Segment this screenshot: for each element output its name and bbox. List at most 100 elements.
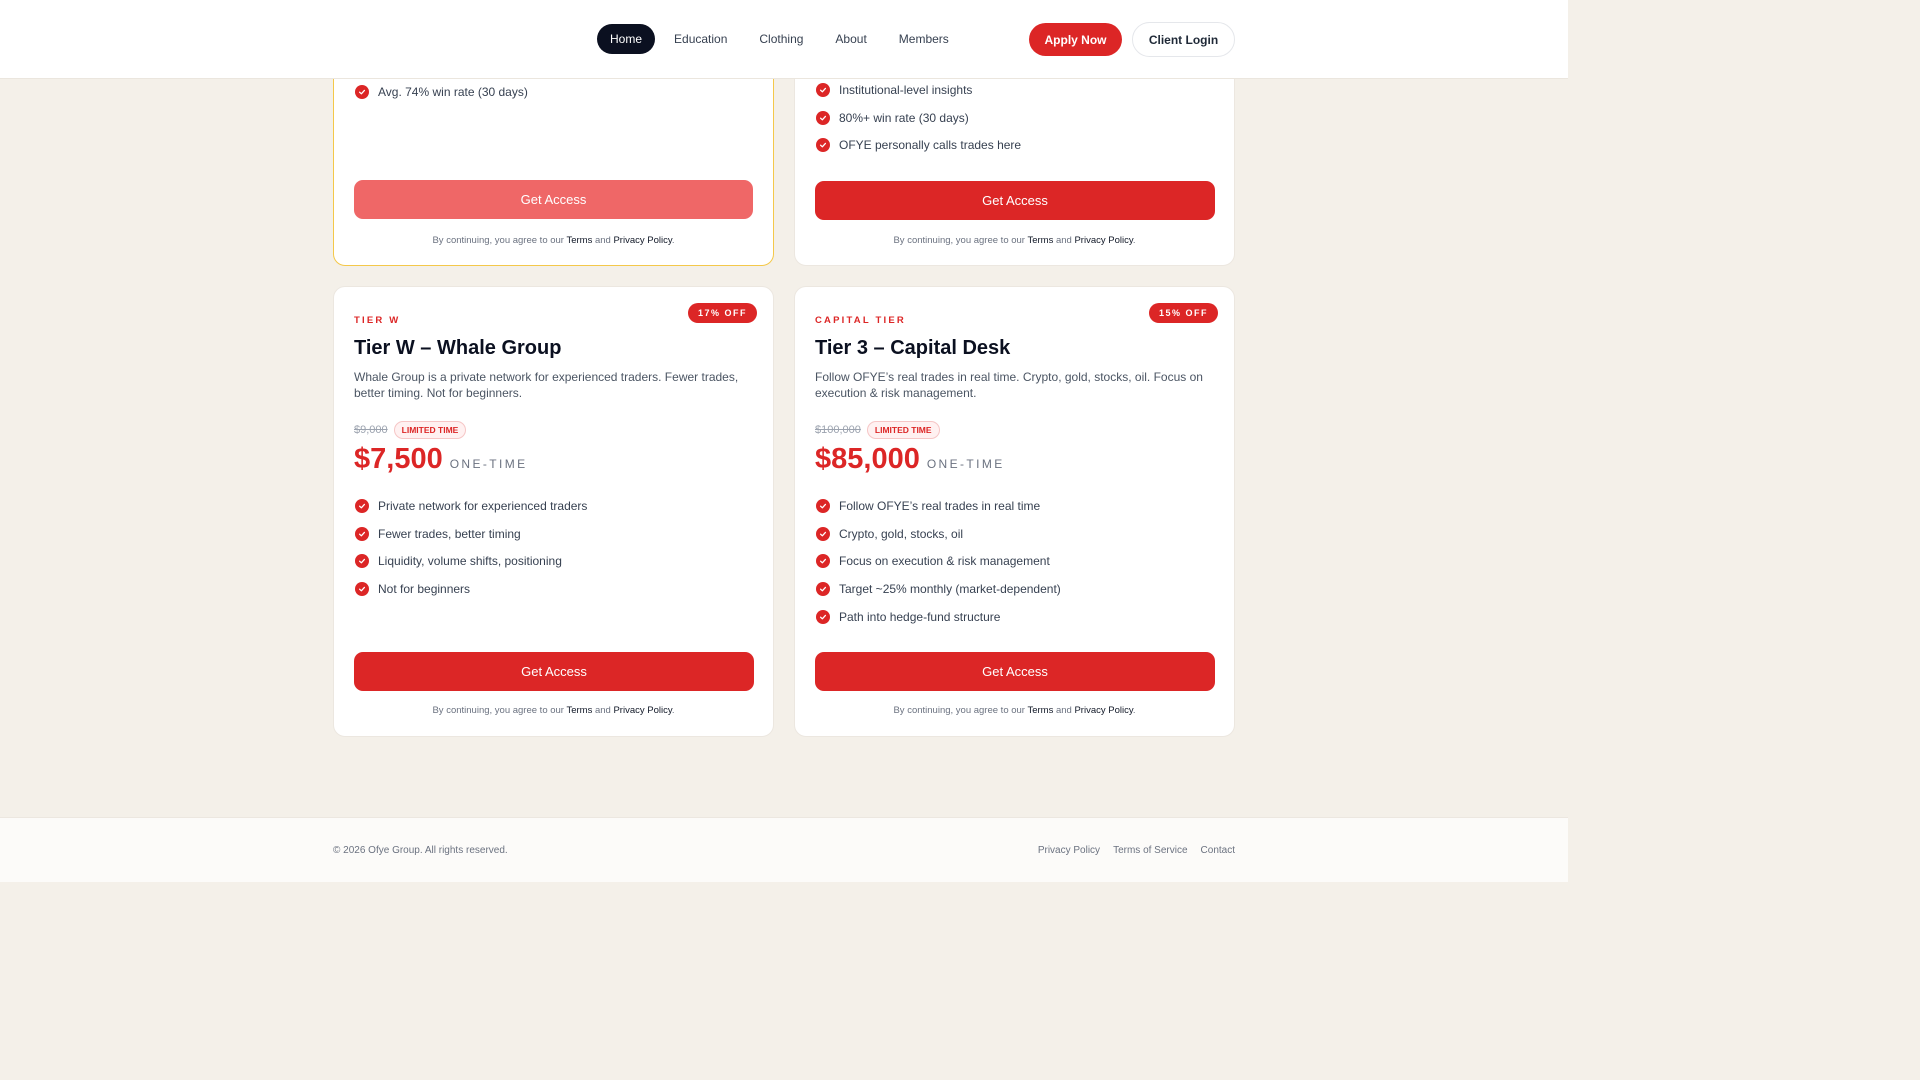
legal-suffix: . bbox=[1132, 235, 1136, 246]
feature-item: Focus on execution & risk management bbox=[816, 548, 1061, 576]
feature-item: Institutional-level insights bbox=[816, 76, 1021, 104]
feature-item: Follow OFYE’s real trades in real time bbox=[816, 492, 1061, 520]
check-icon bbox=[816, 138, 830, 153]
legal-and: and bbox=[1055, 705, 1072, 716]
feature-text: Follow OFYE’s real trades in real time bbox=[839, 498, 1041, 513]
legal-suffix: . bbox=[671, 235, 675, 246]
card-title: Tier 3 – Capital Desk bbox=[815, 337, 1011, 359]
legal-prefix: By continuing, you agree to our bbox=[893, 235, 1025, 246]
check-icon bbox=[816, 110, 830, 125]
feature-item: Path into hedge-fund structure bbox=[816, 603, 1061, 631]
privacy-link[interactable]: Privacy Policy bbox=[1074, 705, 1132, 716]
nav-about[interactable]: About bbox=[822, 24, 879, 54]
legal-text: By continuing, you agree to our Terms an… bbox=[334, 705, 773, 716]
footer-link-terms[interactable]: Terms of Service bbox=[1113, 845, 1187, 856]
feature-item: Fewer trades, better timing bbox=[355, 520, 587, 548]
discount-badge: 15% OFF bbox=[1148, 303, 1218, 323]
old-price: $9,000 bbox=[354, 424, 388, 436]
feature-list: Avg. 74% win rate (30 days) bbox=[355, 78, 528, 106]
get-access-button[interactable]: Get Access bbox=[815, 652, 1215, 691]
feature-item: Not for beginners bbox=[355, 575, 587, 603]
price: $85,000 bbox=[815, 443, 920, 475]
pricing-card-whale: TIER W 17% OFF Tier W – Whale Group Whal… bbox=[333, 286, 774, 737]
feature-list: Private network for experienced traders … bbox=[355, 492, 587, 603]
check-icon bbox=[816, 582, 830, 597]
nav-home[interactable]: Home bbox=[597, 24, 656, 54]
legal-text: By continuing, you agree to our Terms an… bbox=[334, 235, 773, 246]
check-icon bbox=[816, 526, 830, 541]
legal-and: and bbox=[1055, 235, 1072, 246]
feature-text: Liquidity, volume shifts, positioning bbox=[378, 554, 562, 569]
legal-text: By continuing, you agree to our Terms an… bbox=[795, 705, 1234, 716]
feature-text: Private network for experienced traders bbox=[378, 498, 588, 513]
feature-item: Liquidity, volume shifts, positioning bbox=[355, 548, 587, 576]
price-row: $7,500 ONE-TIME bbox=[354, 443, 528, 476]
discount-badge: 17% OFF bbox=[687, 303, 757, 323]
check-icon bbox=[355, 526, 369, 541]
feature-list: Institutional-level insights 80%+ win ra… bbox=[816, 76, 1021, 159]
footer-link-privacy[interactable]: Privacy Policy bbox=[1038, 845, 1100, 856]
apply-now-button[interactable]: Apply Now bbox=[1029, 23, 1122, 56]
old-price-row: $100,000 LIMITED TIME bbox=[815, 421, 940, 439]
privacy-link[interactable]: Privacy Policy bbox=[1074, 235, 1132, 246]
nav-education[interactable]: Education bbox=[661, 24, 740, 54]
legal-suffix: . bbox=[1132, 705, 1136, 716]
check-icon bbox=[355, 498, 369, 513]
check-icon bbox=[816, 498, 830, 513]
feature-text: Avg. 74% win rate (30 days) bbox=[378, 84, 528, 99]
tier-label: TIER W bbox=[354, 315, 401, 326]
feature-list: Follow OFYE’s real trades in real time C… bbox=[816, 492, 1061, 631]
feature-text: Focus on execution & risk management bbox=[839, 554, 1050, 569]
client-login-button[interactable]: Client Login bbox=[1132, 22, 1235, 57]
card-title: Tier W – Whale Group bbox=[354, 337, 562, 359]
limited-time-badge: LIMITED TIME bbox=[866, 421, 940, 439]
card-description: Follow OFYE’s real trades in real time. … bbox=[815, 370, 1203, 400]
copyright-text: © 2026 Ofye Group. All rights reserved. bbox=[333, 845, 508, 856]
terms-link[interactable]: Terms bbox=[1027, 235, 1053, 246]
price-period: ONE-TIME bbox=[926, 457, 1005, 471]
terms-link[interactable]: Terms bbox=[566, 705, 592, 716]
feature-item: OFYE personally calls trades here bbox=[816, 132, 1021, 160]
legal-and: and bbox=[594, 235, 611, 246]
nav-clothing[interactable]: Clothing bbox=[746, 24, 816, 54]
get-access-button[interactable]: Get Access bbox=[815, 181, 1215, 220]
main-nav: Home Education Clothing About Members bbox=[597, 24, 968, 54]
check-icon bbox=[355, 554, 369, 569]
feature-text: Crypto, gold, stocks, oil bbox=[839, 526, 964, 541]
legal-prefix: By continuing, you agree to our bbox=[893, 705, 1025, 716]
privacy-link[interactable]: Privacy Policy bbox=[613, 705, 671, 716]
terms-link[interactable]: Terms bbox=[566, 235, 592, 246]
legal-prefix: By continuing, you agree to our bbox=[432, 235, 564, 246]
footer-link-contact[interactable]: Contact bbox=[1201, 845, 1235, 856]
pricing-card-capital: CAPITAL TIER 15% OFF Tier 3 – Capital De… bbox=[794, 286, 1235, 737]
legal-prefix: By continuing, you agree to our bbox=[432, 705, 564, 716]
feature-text: OFYE personally calls trades here bbox=[839, 138, 1022, 153]
check-icon bbox=[816, 554, 830, 569]
get-access-button[interactable]: Get Access bbox=[354, 180, 753, 219]
legal-text: By continuing, you agree to our Terms an… bbox=[795, 235, 1234, 246]
check-icon bbox=[816, 82, 830, 97]
check-icon bbox=[816, 610, 830, 625]
terms-link[interactable]: Terms bbox=[1027, 705, 1053, 716]
check-icon bbox=[355, 582, 369, 597]
feature-text: Not for beginners bbox=[378, 582, 471, 597]
feature-item: Private network for experienced traders bbox=[355, 492, 587, 520]
feature-item: Crypto, gold, stocks, oil bbox=[816, 520, 1061, 548]
check-icon bbox=[355, 84, 369, 99]
nav-members[interactable]: Members bbox=[886, 24, 962, 54]
feature-text: Target ~25% monthly (market-dependent) bbox=[839, 582, 1061, 597]
price-row: $85,000 ONE-TIME bbox=[815, 443, 1005, 476]
site-header: Home Education Clothing About Members Ap… bbox=[0, 0, 1568, 79]
old-price: $100,000 bbox=[815, 424, 861, 436]
site-footer: © 2026 Ofye Group. All rights reserved. … bbox=[0, 817, 1568, 882]
price: $7,500 bbox=[354, 443, 443, 475]
feature-item: 80%+ win rate (30 days) bbox=[816, 104, 1021, 132]
feature-item: Avg. 74% win rate (30 days) bbox=[355, 78, 528, 106]
feature-text: 80%+ win rate (30 days) bbox=[839, 110, 969, 125]
card-description: Whale Group is a private network for exp… bbox=[354, 370, 739, 400]
get-access-button[interactable]: Get Access bbox=[354, 652, 754, 691]
limited-time-badge: LIMITED TIME bbox=[393, 421, 467, 439]
feature-text: Institutional-level insights bbox=[839, 82, 973, 97]
privacy-link[interactable]: Privacy Policy bbox=[613, 235, 671, 246]
tier-label: CAPITAL TIER bbox=[815, 315, 906, 326]
